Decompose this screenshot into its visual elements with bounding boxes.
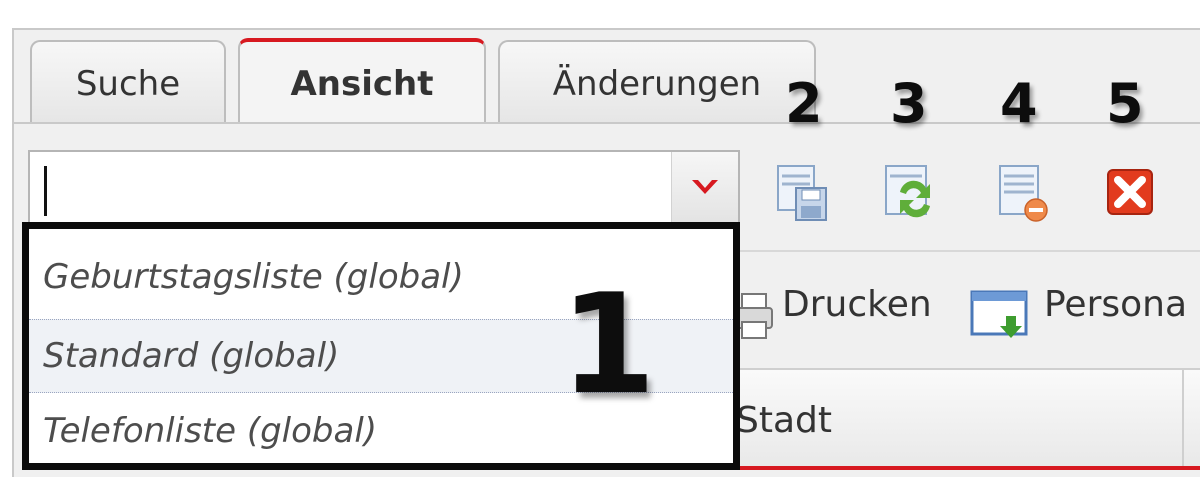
tab-aenderungen[interactable]: Änderungen [498,40,816,122]
close-view-button[interactable] [1102,162,1162,224]
refresh-view-icon [885,165,930,218]
annotation-number-2: 2 [785,72,823,135]
remove-view-button[interactable] [992,162,1052,224]
tab-ansicht[interactable]: Ansicht [238,38,486,124]
save-view-button[interactable] [772,162,832,224]
chevron-down-icon [692,180,718,194]
annotation-number-4: 4 [1000,72,1038,135]
annotation-number-5: 5 [1106,72,1144,135]
annotation-number-3: 3 [890,72,928,135]
remove-view-icon [999,165,1048,222]
window-download-icon[interactable] [968,286,1032,342]
tab-suche[interactable]: Suche [30,40,226,122]
print-button[interactable]: Drucken [782,284,932,325]
app-window: Suche Ansicht Änderungen 2 3 4 5 Drucken… [0,0,1200,477]
column-separator [1182,370,1184,466]
toolbar-divider [740,250,1200,252]
personal-button[interactable]: Persona [1044,284,1187,325]
annotation-number-1: 1 [560,264,657,425]
close-red-icon [1107,169,1153,215]
dropdown-toggle-button[interactable] [671,152,738,228]
view-select[interactable] [28,150,740,230]
grid-accent-line [712,466,1200,470]
refresh-view-button[interactable] [880,162,940,224]
save-view-icon [777,165,827,221]
grid-header: Stadt [712,368,1200,468]
text-cursor [44,166,47,216]
column-header-stadt[interactable]: Stadt [736,400,832,441]
